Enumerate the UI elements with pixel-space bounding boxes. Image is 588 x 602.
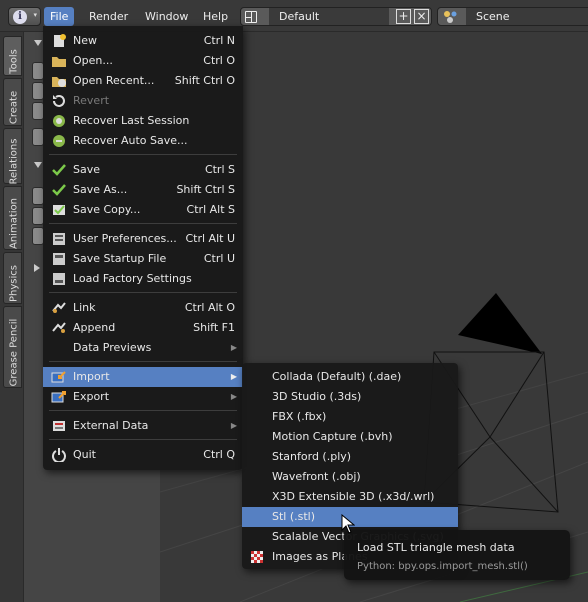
tab-physics[interactable]: Physics [3, 252, 22, 304]
menu-item-link[interactable]: Link Ctrl Alt O [43, 298, 243, 318]
layout-grid-icon [245, 11, 257, 23]
camera-triangle [458, 293, 542, 354]
checkmark-icon [52, 164, 66, 176]
menu-item-user-preferences[interactable]: User Preferences... Ctrl Alt U [43, 229, 243, 249]
menu-help[interactable]: Help [197, 7, 234, 26]
panel-collapse-icon[interactable] [34, 40, 42, 46]
import-item-3ds[interactable]: 3D Studio (.3ds) [242, 387, 458, 407]
menu-item-recover-last-session[interactable]: Recover Last Session [43, 111, 243, 131]
import-item-obj[interactable]: Wavefront (.obj) [242, 467, 458, 487]
menu-separator [49, 361, 237, 362]
checkmark-icon [52, 184, 66, 196]
save-copy-icon [53, 205, 65, 215]
menu-separator [49, 439, 237, 440]
panel-expand-icon[interactable] [34, 264, 40, 272]
menu-item-quit[interactable]: Quit Ctrl Q [43, 445, 243, 465]
menu-item-export[interactable]: Export ▶ [43, 387, 243, 407]
tool-shelf-tabs: Tools Create Relations Animation Physics… [0, 32, 24, 602]
menu-item-revert: Revert [43, 91, 243, 111]
recover-icon [53, 115, 65, 127]
import-item-x3d[interactable]: X3D Extensible 3D (.x3d/.wrl) [242, 487, 458, 507]
menu-render[interactable]: Render [83, 7, 134, 26]
menu-file[interactable]: File [44, 7, 75, 26]
power-icon [52, 448, 66, 462]
menu-item-save[interactable]: Save Ctrl S [43, 160, 243, 180]
new-file-icon [54, 34, 66, 47]
external-data-icon [53, 421, 65, 431]
checker-image-icon [251, 551, 263, 563]
tooltip-title: Load STL triangle mesh data [357, 541, 515, 554]
submenu-arrow-icon: ▶ [230, 343, 237, 352]
import-item-collada[interactable]: Collada (Default) (.dae) [242, 367, 458, 387]
menu-item-open-recent[interactable]: Open Recent... Shift Ctrl O [43, 71, 243, 91]
menu-separator [49, 292, 237, 293]
save-startup-icon [53, 253, 65, 265]
revert-icon [53, 95, 65, 107]
layout-name[interactable]: Default [269, 8, 389, 25]
scene-name[interactable]: Scene [466, 8, 588, 25]
menu-item-save-startup-file[interactable]: Save Startup File Ctrl U [43, 249, 243, 269]
submenu-arrow-icon: ▶ [230, 392, 237, 401]
tooltip-python: Python: bpy.ops.import_mesh.stl() [357, 561, 528, 572]
add-layout-button[interactable]: + [396, 9, 411, 24]
menu-item-append[interactable]: Append Shift F1 [43, 318, 243, 338]
remove-layout-button[interactable]: × [414, 9, 429, 24]
file-menu: New Ctrl N Open... Ctrl O Open Recent... Sh… [43, 26, 243, 470]
menu-item-new[interactable]: New Ctrl N [43, 31, 243, 51]
preferences-icon [53, 233, 65, 245]
screen-layout-selector[interactable]: Default + × [240, 7, 432, 26]
factory-icon [53, 273, 65, 285]
panel-collapse-icon[interactable] [34, 162, 42, 168]
submenu-arrow-icon: ▶ [230, 372, 237, 381]
menu-item-external-data[interactable]: External Data ▶ [43, 416, 243, 436]
submenu-arrow-icon: ▶ [230, 421, 237, 430]
import-item-bvh[interactable]: Motion Capture (.bvh) [242, 427, 458, 447]
append-icon [52, 322, 66, 333]
import-icon [51, 371, 66, 383]
menu-window[interactable]: Window [139, 7, 194, 26]
scene-selector[interactable]: Scene [437, 7, 588, 26]
open-recent-icon [52, 77, 66, 87]
menu-item-save-copy[interactable]: Save Copy... Ctrl Alt S [43, 200, 243, 220]
menu-separator [49, 410, 237, 411]
import-item-fbx[interactable]: FBX (.fbx) [242, 407, 458, 427]
tooltip: Load STL triangle mesh data Python: bpy.… [344, 530, 570, 580]
recover-auto-icon [53, 135, 65, 147]
menu-item-save-as[interactable]: Save As... Shift Ctrl S [43, 180, 243, 200]
export-icon [51, 391, 66, 403]
menu-item-import[interactable]: Import ▶ [43, 367, 243, 387]
menu-separator [49, 154, 237, 155]
folder-open-icon [52, 57, 66, 67]
tab-grease-pencil[interactable]: Grease Pencil [3, 306, 22, 388]
import-item-ply[interactable]: Stanford (.ply) [242, 447, 458, 467]
link-icon [52, 302, 66, 313]
menu-item-data-previews[interactable]: Data Previews ▶ [43, 338, 243, 358]
menu-item-open[interactable]: Open... Ctrl O [43, 51, 243, 71]
menu-separator [49, 223, 237, 224]
chevron-down-icon: ▾ [33, 11, 37, 19]
menu-item-load-factory-settings[interactable]: Load Factory Settings [43, 269, 243, 289]
mouse-cursor-icon [341, 514, 355, 534]
menu-item-recover-auto-save[interactable]: Recover Auto Save... [43, 131, 243, 151]
scene-icon [444, 11, 457, 23]
